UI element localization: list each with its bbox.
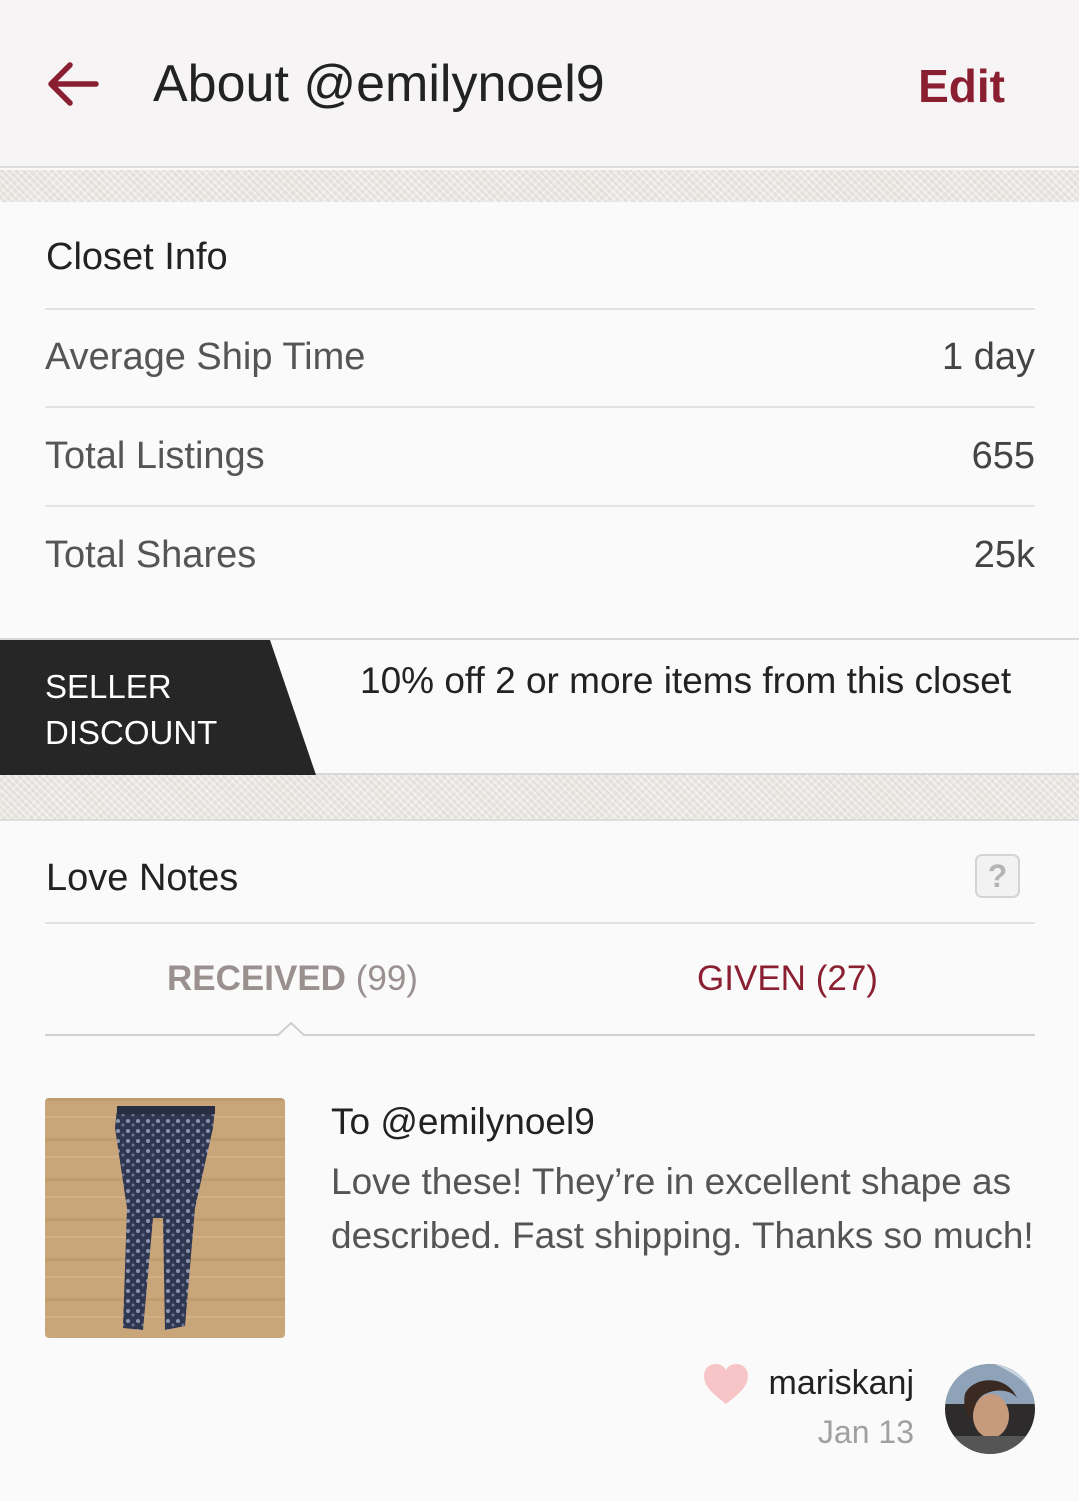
closet-info-title: Closet Info [46, 236, 228, 278]
badge-line-1: SELLER [45, 668, 172, 705]
note-recipient: To @emilynoel9 [331, 1101, 595, 1142]
tab-underline [45, 1034, 1035, 1036]
question-icon: ? [987, 857, 1008, 894]
tab-count: (27) [815, 959, 878, 998]
seller-discount-banner: SELLER DISCOUNT 10% off 2 or more items … [0, 638, 1079, 775]
note-body: Love these! They’re in excellent shape a… [331, 1161, 1034, 1256]
info-row-ship-time: Average Ship Time 1 day [45, 309, 1035, 406]
page-title: About @emilynoel9 [153, 55, 605, 113]
edit-button[interactable]: Edit [918, 56, 1005, 116]
arrow-left-icon [48, 62, 99, 106]
divider [45, 922, 1035, 924]
heart-icon [704, 1364, 748, 1404]
info-row-value: 1 day [942, 336, 1035, 378]
user-avatar-photo [945, 1364, 1035, 1454]
info-row-label: Total Listings [45, 435, 265, 477]
badge-line-2: DISCOUNT [45, 714, 218, 751]
app-header: About @emilynoel9 Edit [0, 0, 1079, 168]
seller-discount-text: 10% off 2 or more items from this closet [360, 660, 1012, 701]
closet-info-section: Closet Info Average Ship Time 1 day Tota… [0, 202, 1079, 638]
listing-thumbnail[interactable] [45, 1098, 285, 1338]
info-row-label: Average Ship Time [45, 336, 366, 378]
tab-count: (99) [355, 959, 418, 998]
love-notes-title: Love Notes [46, 857, 239, 899]
info-row-total-listings: Total Listings 655 [45, 408, 1035, 505]
tab-received[interactable]: RECEIVED (99) [0, 957, 585, 1001]
back-button[interactable] [40, 52, 104, 116]
tab-given[interactable]: GIVEN (27) [540, 957, 1035, 1001]
info-row-value: 25k [973, 534, 1035, 576]
note-date: Jan 13 [817, 1414, 914, 1450]
leggings-photo [45, 1098, 285, 1338]
info-row-total-shares: Total Shares 25k [45, 507, 1035, 604]
section-separator [0, 170, 1079, 202]
note-author-username[interactable]: mariskanj [769, 1364, 914, 1403]
help-button[interactable]: ? [975, 854, 1020, 898]
section-separator [0, 775, 1079, 821]
info-row-label: Total Shares [45, 534, 257, 576]
tab-label: GIVEN [697, 959, 806, 998]
tab-label: RECEIVED [167, 959, 346, 998]
avatar[interactable] [945, 1364, 1035, 1454]
seller-discount-badge: SELLER DISCOUNT [0, 640, 316, 775]
love-notes-section: Love Notes ? RECEIVED (99) GIVEN (27) To… [0, 823, 1079, 1501]
active-tab-caret-icon [277, 1022, 305, 1037]
info-row-value: 655 [971, 435, 1035, 477]
